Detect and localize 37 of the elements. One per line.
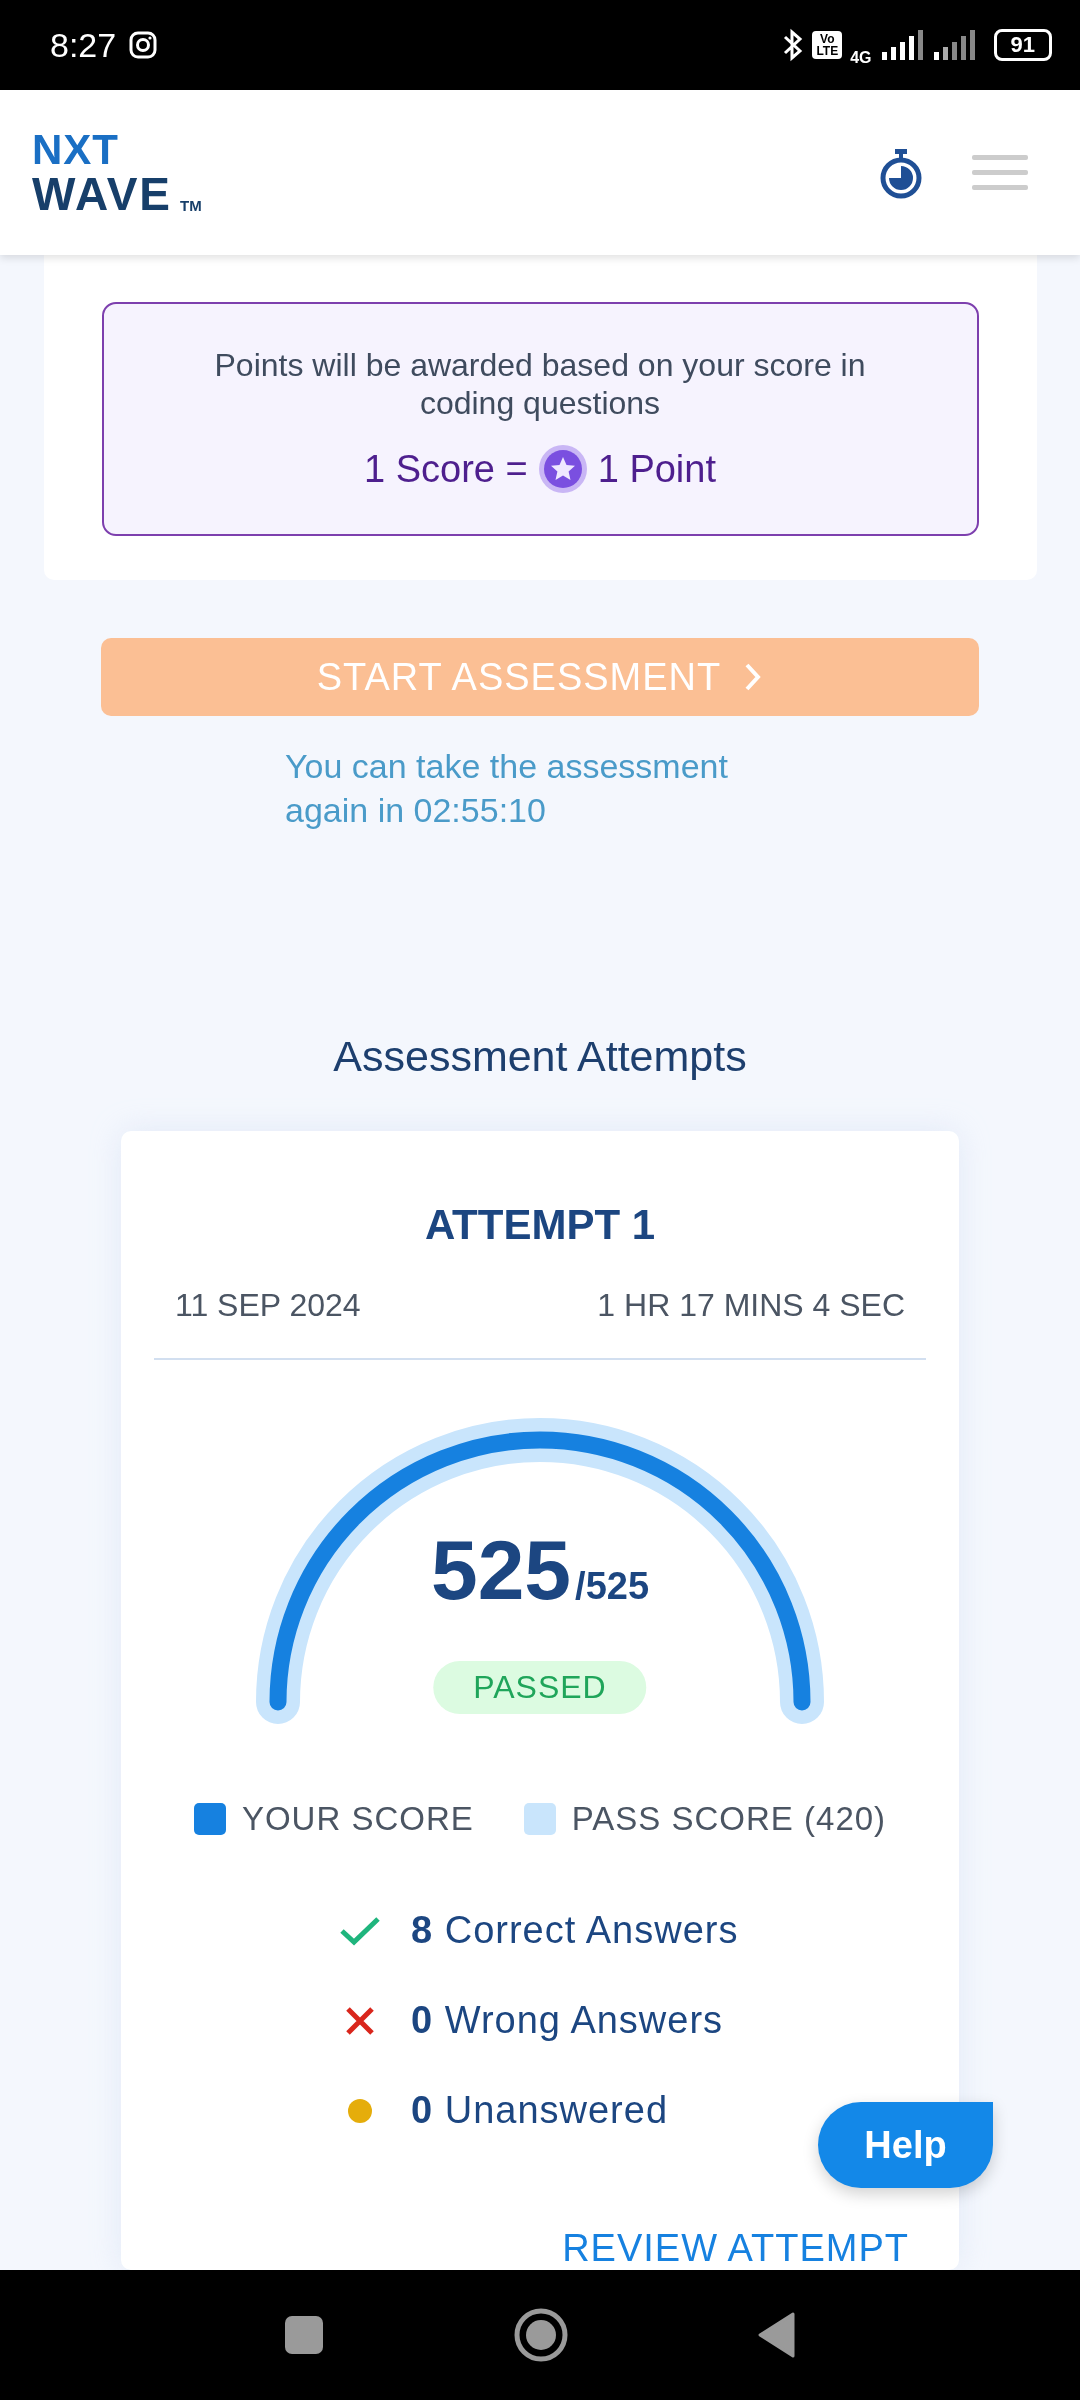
stat-text: 0 Wrong Answers [411, 1999, 724, 2042]
stopwatch-icon[interactable] [878, 146, 924, 199]
stat-text: 8 Correct Answers [411, 1909, 739, 1952]
section-title: Assessment Attempts [333, 1032, 747, 1081]
star-coin-icon [537, 444, 588, 494]
points-description: Points will be awarded based on your score in coding questions [213, 346, 867, 422]
signal-icon [931, 28, 978, 62]
help-button[interactable]: Help [818, 2102, 993, 2188]
review-attempt-link[interactable]: REVIEW ATTEMPT [562, 2227, 909, 2270]
attempt-title: ATTEMPT 1 [424, 1201, 656, 1249]
recents-icon[interactable] [284, 2315, 324, 2355]
home-icon[interactable] [514, 2308, 568, 2362]
score-total: /525 [575, 1565, 650, 1608]
back-icon[interactable] [758, 2312, 796, 2358]
camera-icon [128, 30, 159, 60]
legend-label: PASS SCORE (420) [571, 1800, 887, 1838]
volte-badge: Vo LTE [812, 31, 843, 59]
network-type: 4G [850, 49, 872, 67]
bluetooth-icon [782, 27, 805, 63]
logo-text: NXT [32, 128, 120, 171]
score-value: 525 [430, 1522, 572, 1619]
cross-icon [345, 2005, 375, 2036]
points-formula: 1 Point [597, 447, 716, 491]
retake-note: You can take the assessment again in 02:55:10 [285, 746, 729, 831]
stat-text: 0 Unanswered [411, 2089, 669, 2132]
legend-label: YOUR SCORE [241, 1800, 474, 1838]
points-formula: 1 Score = [364, 447, 528, 491]
attempt-date: 11 SEP 2024 [175, 1287, 361, 1324]
battery-indicator: 91 [993, 29, 1052, 61]
result-badge: PASSED [433, 1661, 647, 1714]
logo-text: WAVE [32, 170, 173, 217]
signal-icon [879, 28, 924, 62]
check-icon [339, 1915, 381, 1946]
attempt-duration: 1 HR 17 MINS 4 SEC [597, 1287, 905, 1324]
clock: 8:27 [50, 25, 117, 65]
dot-icon [348, 2098, 372, 2123]
trademark-mark: TM [180, 197, 202, 213]
